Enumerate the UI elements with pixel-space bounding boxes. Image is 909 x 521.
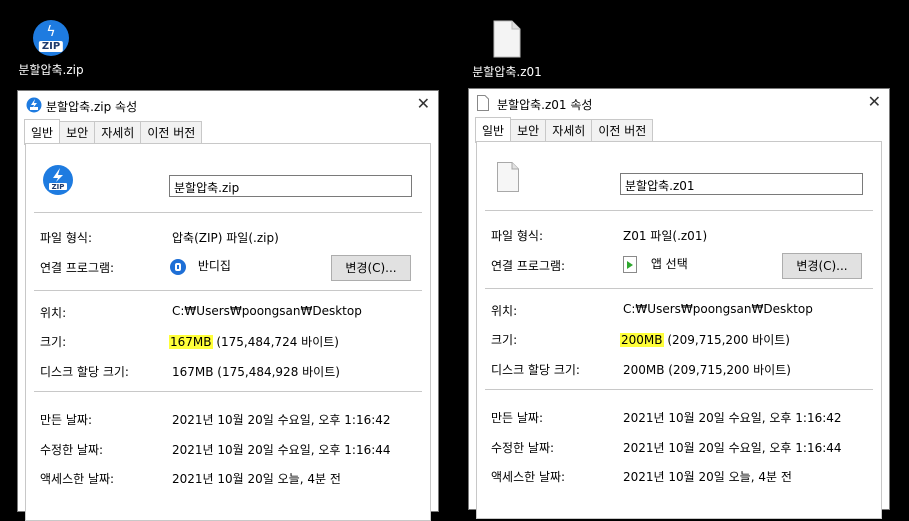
modified-value: 2021년 10월 20일 수요일, 오후 1:16:44	[172, 443, 391, 457]
created-label: 만든 날짜:	[491, 411, 544, 425]
disk-size-label: 디스크 할당 크기:	[40, 365, 129, 379]
created-value: 2021년 10월 20일 수요일, 오후 1:16:42	[172, 413, 391, 427]
modified-value: 2021년 10월 20일 수요일, 오후 1:16:44	[623, 441, 842, 455]
document-large-icon	[497, 162, 519, 195]
divider	[485, 210, 873, 211]
bandizip-icon	[170, 258, 186, 275]
divider	[34, 391, 422, 392]
modified-label: 수정한 날짜:	[491, 441, 555, 455]
location-label: 위치:	[491, 304, 518, 318]
disk-size-value: 167MB (175,484,928 바이트)	[172, 365, 340, 379]
location-label: 위치:	[40, 306, 67, 320]
divider	[34, 212, 422, 213]
tab-security[interactable]: 보안	[510, 119, 547, 141]
app-select-icon	[623, 256, 637, 273]
size-highlight: 200MB	[620, 333, 664, 347]
divider	[34, 290, 422, 291]
size-label: 크기:	[40, 335, 67, 349]
opens-with-app: 앱 선택	[623, 255, 688, 273]
document-file-icon	[493, 20, 521, 61]
divider	[485, 389, 873, 390]
z01-properties-dialog: 분할압축.z01 속성 ✕ 일반 보안 자세히 이전 버전 분할압축.z01 파…	[468, 88, 890, 519]
size-detail: (209,715,200 바이트)	[663, 333, 790, 347]
desktop-icon-zip-label: 분할압축.zip	[18, 63, 84, 77]
file-name-field[interactable]: 분할압축.zip	[169, 175, 412, 197]
file-type-label: 파일 형식:	[491, 229, 544, 243]
size-highlight: 167MB	[169, 335, 213, 349]
disk-size-label: 디스크 할당 크기:	[491, 363, 580, 377]
created-label: 만든 날짜:	[40, 413, 93, 427]
opens-with-value: 앱 선택	[650, 257, 688, 271]
size-detail: (175,484,724 바이트)	[212, 335, 339, 349]
location-value: C:₩Users₩poongsan₩Desktop	[172, 304, 362, 318]
opens-with-app: 반디집	[170, 257, 231, 275]
accessed-label: 액세스한 날짜:	[40, 472, 115, 486]
accessed-label: 액세스한 날짜:	[491, 470, 566, 484]
divider	[485, 288, 873, 289]
desktop-icon-z01-label: 분할압축.z01	[472, 65, 542, 79]
change-button[interactable]: 변경(C)...	[782, 253, 862, 279]
dialog-title: 분할압축.zip 속성	[46, 100, 138, 114]
zip-file-large-icon: ZIP	[42, 164, 74, 199]
file-type-value: 압축(ZIP) 파일(.zip)	[172, 231, 279, 245]
general-panel: 분할압축.z01 파일 형식: Z01 파일(.z01) 연결 프로그램: 앱 …	[476, 141, 882, 519]
tab-previous-versions[interactable]: 이전 버전	[591, 119, 654, 141]
file-name-field[interactable]: 분할압축.z01	[620, 173, 863, 195]
close-icon[interactable]: ✕	[417, 94, 430, 113]
desktop-icon-zip[interactable]: ϟ ZIP 분할압축.zip	[0, 20, 106, 78]
created-value: 2021년 10월 20일 수요일, 오후 1:16:42	[623, 411, 842, 425]
opens-with-value: 반디집	[197, 259, 231, 273]
disk-size-value: 200MB (209,715,200 바이트)	[623, 363, 791, 377]
opens-with-label: 연결 프로그램:	[491, 259, 566, 273]
close-icon[interactable]: ✕	[868, 92, 881, 111]
change-button[interactable]: 변경(C)...	[331, 255, 411, 281]
desktop-icon-z01[interactable]: 분할압축.z01	[452, 20, 562, 80]
tab-general[interactable]: 일반	[475, 117, 512, 143]
zip-badge-text: ZIP	[52, 183, 65, 191]
document-small-icon	[477, 95, 489, 114]
general-panel: ZIP 분할압축.zip 파일 형식: 압축(ZIP) 파일(.zip) 연결 …	[25, 143, 431, 521]
opens-with-label: 연결 프로그램:	[40, 261, 115, 275]
size-value: 167MB (175,484,724 바이트)	[169, 333, 339, 350]
location-value: C:₩Users₩poongsan₩Desktop	[623, 302, 813, 316]
modified-label: 수정한 날짜:	[40, 443, 104, 457]
title-bar[interactable]: 분할압축.zip 속성 ✕	[18, 91, 438, 119]
tab-security[interactable]: 보안	[59, 121, 96, 143]
size-value: 200MB (209,715,200 바이트)	[620, 331, 790, 348]
file-type-value: Z01 파일(.z01)	[623, 229, 708, 243]
dialog-title: 분할압축.z01 속성	[497, 98, 593, 112]
zip-small-icon	[26, 97, 42, 116]
file-type-label: 파일 형식:	[40, 231, 93, 245]
tab-bar: 일반 보안 자세히 이전 버전	[475, 117, 654, 143]
tab-general[interactable]: 일반	[24, 119, 61, 145]
tab-previous-versions[interactable]: 이전 버전	[140, 121, 203, 143]
title-bar[interactable]: 분할압축.z01 속성 ✕	[469, 89, 889, 117]
accessed-value: 2021년 10월 20일 오늘, 4분 전	[172, 472, 341, 486]
zip-properties-dialog: 분할압축.zip 속성 ✕ 일반 보안 자세히 이전 버전 ZIP 분할압축.z…	[17, 90, 439, 521]
zip-file-icon: ϟ ZIP	[33, 20, 69, 56]
tab-details[interactable]: 자세히	[545, 119, 593, 141]
tab-details[interactable]: 자세히	[94, 121, 142, 143]
size-label: 크기:	[491, 333, 518, 347]
accessed-value: 2021년 10월 20일 오늘, 4분 전	[623, 470, 792, 484]
tab-bar: 일반 보안 자세히 이전 버전	[24, 119, 203, 145]
